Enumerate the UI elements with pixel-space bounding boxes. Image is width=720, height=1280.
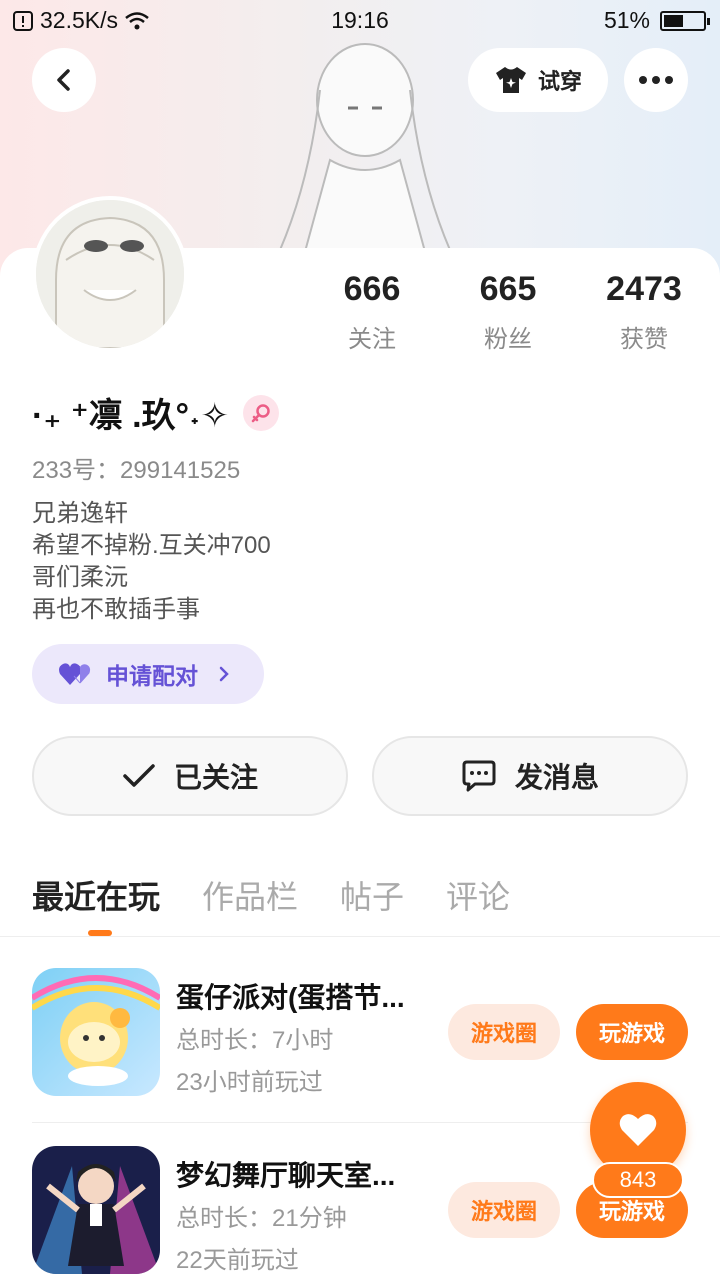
followed-label: 已关注 bbox=[173, 762, 258, 793]
apply-pair-label: 申请配对 bbox=[106, 663, 198, 689]
female-gender-icon bbox=[242, 394, 279, 431]
stat-label: 获赞 bbox=[620, 326, 668, 353]
followed-button[interactable]: 已关注 bbox=[32, 736, 348, 816]
game-circle-button[interactable]: 游戏圈 bbox=[448, 1004, 560, 1060]
chevron-right-icon bbox=[219, 666, 229, 682]
banner-character-illustration bbox=[279, 43, 451, 270]
battery-icon bbox=[660, 10, 710, 31]
game-circle-button[interactable]: 游戏圈 bbox=[448, 1182, 560, 1238]
stat-following[interactable]: 666 关注 bbox=[302, 270, 442, 354]
heart-icon bbox=[619, 1114, 657, 1146]
send-message-button[interactable]: 发消息 bbox=[372, 736, 688, 816]
check-icon bbox=[123, 764, 155, 787]
status-bar: 32.5K/s 19:16 51% bbox=[0, 0, 720, 40]
bio-line: 兄弟逸轩 bbox=[32, 500, 128, 527]
avatar[interactable] bbox=[32, 196, 188, 352]
game-last-played: 23小时前玩过 bbox=[176, 1069, 323, 1096]
game-last-played: 22天前玩过 bbox=[176, 1247, 299, 1274]
like-count: 843 bbox=[592, 1162, 684, 1198]
avatar-illustration bbox=[36, 200, 184, 348]
play-game-button[interactable]: 玩游戏 bbox=[576, 1004, 688, 1060]
double-heart-icon bbox=[59, 663, 91, 685]
user-id: 233号：299141525 bbox=[32, 457, 241, 484]
battery-percent: 51% bbox=[603, 7, 650, 33]
more-dots-icon bbox=[639, 76, 673, 84]
stat-value: 2473 bbox=[606, 270, 682, 308]
game-list-item[interactable]: 蛋仔派对(蛋搭节... 总时长：7小时 23小时前玩过 游戏圈 玩游戏 bbox=[32, 968, 688, 1098]
tabs-divider bbox=[0, 936, 720, 937]
stat-label: 粉丝 bbox=[484, 326, 532, 353]
game-duration: 总时长：21分钟 bbox=[176, 1205, 347, 1232]
bio-line: 再也不敢插手事 bbox=[32, 596, 200, 623]
stat-label: 关注 bbox=[348, 326, 396, 353]
send-message-label: 发消息 bbox=[514, 762, 599, 793]
tab-works[interactable]: 作品栏 bbox=[202, 872, 298, 918]
game-duration: 总时长：7小时 bbox=[176, 1027, 334, 1054]
game-title: 梦幻舞厅聊天室... bbox=[176, 1160, 396, 1191]
user-nickname: ·₊ ⁺凛 .玖°˖✧ bbox=[32, 397, 229, 435]
user-nickname-row: ·₊ ⁺凛 .玖°˖✧ bbox=[32, 388, 279, 437]
tab-posts[interactable]: 帖子 bbox=[340, 872, 404, 918]
user-bio: 兄弟逸轩 希望不掉粉.互关冲700 哥们柔沅 再也不敢插手事 bbox=[32, 498, 271, 626]
game-list-item[interactable]: 梦幻舞厅聊天室... 总时长：21分钟 22天前玩过 游戏圈 玩游戏 bbox=[32, 1146, 688, 1276]
stat-value: 665 bbox=[479, 270, 537, 308]
bio-line: 希望不掉粉.互关冲700 bbox=[32, 532, 271, 559]
tshirt-icon bbox=[495, 67, 526, 93]
game-icon bbox=[32, 1146, 160, 1274]
game-title: 蛋仔派对(蛋搭节... bbox=[176, 982, 405, 1013]
chat-bubble-icon bbox=[462, 760, 496, 792]
profile-tabs: 最近在玩 作品栏 帖子 评论 bbox=[32, 872, 510, 918]
apply-pair-button[interactable]: 申请配对 bbox=[32, 644, 264, 704]
tab-recently-played[interactable]: 最近在玩 bbox=[32, 872, 160, 918]
back-button[interactable] bbox=[32, 48, 96, 112]
try-on-label: 试穿 bbox=[537, 69, 582, 94]
game-icon bbox=[32, 968, 160, 1096]
stat-likes[interactable]: 2473 获赞 bbox=[574, 270, 714, 354]
more-button[interactable] bbox=[624, 48, 688, 112]
tab-comments[interactable]: 评论 bbox=[446, 872, 510, 918]
bio-line: 哥们柔沅 bbox=[32, 564, 128, 591]
stat-followers[interactable]: 665 粉丝 bbox=[438, 270, 578, 354]
chevron-left-icon bbox=[57, 69, 70, 91]
stat-value: 666 bbox=[343, 270, 401, 308]
try-on-button[interactable]: 试穿 bbox=[468, 48, 608, 112]
